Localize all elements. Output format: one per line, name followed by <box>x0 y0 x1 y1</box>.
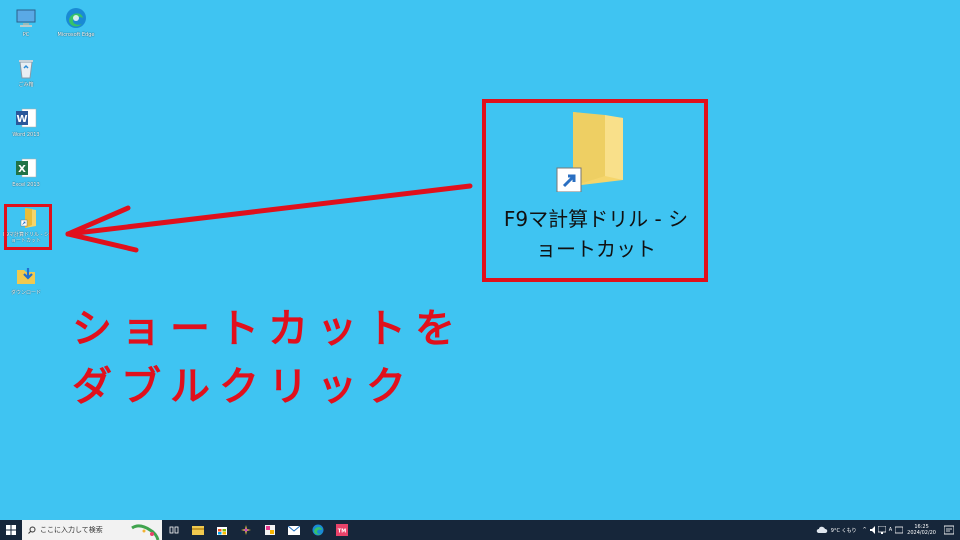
edge-taskbar-icon <box>312 524 324 536</box>
file-explorer-icon <box>192 526 204 535</box>
start-button[interactable] <box>0 520 22 540</box>
clock-date: 2024/02/20 <box>907 530 936 536</box>
taskbar-app-tm[interactable]: TM <box>330 520 354 540</box>
paint-app-icon <box>265 525 275 535</box>
taskbar: ここに入力して検索 TM 9°C くもり ^ A 16:25 2024/02/2… <box>0 520 960 540</box>
taskbar-mail[interactable] <box>282 520 306 540</box>
cloud-icon[interactable] <box>816 526 828 534</box>
speaker-icon[interactable] <box>869 526 878 534</box>
svg-text:TM: TM <box>338 529 346 535</box>
taskbar-edge[interactable] <box>306 520 330 540</box>
clock[interactable]: 16:25 2024/02/20 <box>907 524 936 536</box>
arrow-pointer <box>65 183 473 253</box>
keyboard-icon[interactable] <box>895 526 904 534</box>
weather-text[interactable]: 9°C くもり <box>831 527 857 534</box>
instruction-line1: ショートカットを <box>72 306 464 352</box>
notification-icon[interactable] <box>944 525 954 535</box>
taskbar-store[interactable] <box>210 520 234 540</box>
search-icon <box>28 526 36 534</box>
search-highlight-image <box>131 524 160 540</box>
instruction-text: ショートカットを ダブルクリック <box>72 300 464 416</box>
search-placeholder: ここに入力して検索 <box>40 526 103 534</box>
tm-app-icon: TM <box>336 524 348 536</box>
chevron-up-icon[interactable]: ^ <box>863 527 867 533</box>
search-box[interactable]: ここに入力して検索 <box>22 520 162 540</box>
task-view-icon <box>169 526 179 534</box>
network-icon[interactable] <box>877 526 886 534</box>
taskbar-explorer[interactable] <box>186 520 210 540</box>
instruction-line2: ダブルクリック <box>72 364 415 410</box>
windows-icon <box>6 525 16 535</box>
desktop: PC Microsoft Edge ごみ箱 W Word 2013 X Exce… <box>0 0 960 520</box>
taskbar-app-sparkle[interactable] <box>234 520 258 540</box>
system-tray: 9°C くもり ^ A 16:25 2024/02/20 <box>816 520 960 540</box>
ime-indicator[interactable]: A <box>889 527 892 533</box>
taskbar-app-pink[interactable] <box>258 520 282 540</box>
mail-icon <box>288 525 300 535</box>
store-icon <box>217 527 227 535</box>
task-view-button[interactable] <box>162 520 186 540</box>
sparkle-app-icon <box>241 525 251 535</box>
